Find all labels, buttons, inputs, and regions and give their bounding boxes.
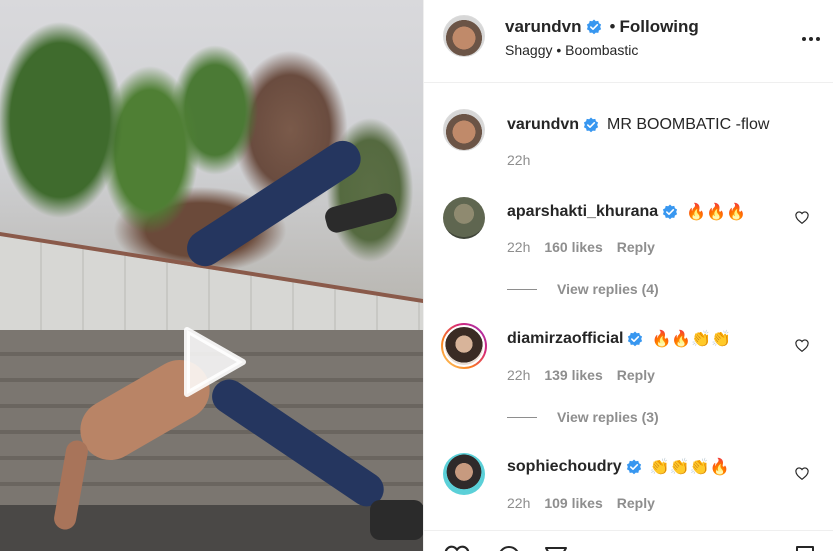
comment-text: 🔥🔥👏👏 bbox=[651, 331, 732, 348]
audio-separator: • bbox=[556, 42, 562, 58]
caption-username[interactable]: varundvn bbox=[507, 116, 579, 134]
view-replies-button[interactable]: View replies (3) bbox=[507, 409, 659, 425]
view-replies-label: View replies (4) bbox=[557, 281, 659, 297]
bookmark-icon[interactable] bbox=[794, 545, 816, 551]
comment-time[interactable]: 22h bbox=[507, 367, 530, 383]
comment-username[interactable]: sophiechoudry bbox=[507, 458, 622, 476]
audio-info: Shaggy • Boombastic bbox=[505, 42, 638, 58]
commenter-avatar[interactable] bbox=[443, 453, 485, 495]
comment-likes[interactable]: 139 likes bbox=[544, 367, 602, 383]
heart-icon[interactable] bbox=[444, 545, 470, 551]
comment-text: 👏👏👏🔥 bbox=[649, 459, 730, 476]
comment-time[interactable]: 22h bbox=[507, 495, 530, 511]
caption-line: varundvn MR BOOMBATIC -flow bbox=[507, 116, 769, 134]
verified-icon bbox=[586, 19, 601, 35]
commenter-avatar[interactable] bbox=[443, 197, 485, 239]
comment-line: diamirzaofficial 🔥🔥👏👏 bbox=[507, 329, 731, 349]
view-replies-button[interactable]: View replies (4) bbox=[507, 281, 659, 297]
owner-username[interactable]: varundvn bbox=[505, 17, 582, 37]
view-replies-label: View replies (3) bbox=[557, 409, 659, 425]
comment-meta: 22h 109 likes Reply bbox=[507, 495, 655, 511]
comment-username[interactable]: diamirzaofficial bbox=[507, 330, 623, 348]
share-icon[interactable] bbox=[543, 545, 569, 551]
audio-artist[interactable]: Shaggy bbox=[505, 42, 552, 58]
comment-line: aparshakti_khurana 🔥🔥🔥 bbox=[507, 202, 746, 222]
shoe-planted bbox=[370, 500, 423, 540]
more-options-button[interactable] bbox=[800, 28, 822, 50]
like-comment-button[interactable] bbox=[792, 207, 812, 227]
comment-likes[interactable]: 160 likes bbox=[544, 239, 602, 255]
verified-icon bbox=[583, 117, 599, 133]
avatar-image bbox=[443, 325, 485, 367]
following-button[interactable]: Following bbox=[619, 17, 698, 37]
owner-avatar[interactable] bbox=[443, 15, 485, 57]
play-button[interactable] bbox=[169, 322, 257, 402]
comment-meta: 22h 160 likes Reply bbox=[507, 239, 655, 255]
separator-dot: • bbox=[609, 17, 616, 36]
reply-button[interactable]: Reply bbox=[617, 239, 655, 255]
reply-button[interactable]: Reply bbox=[617, 495, 655, 511]
replies-divider bbox=[507, 288, 537, 290]
verified-icon bbox=[628, 331, 643, 347]
verified-icon bbox=[663, 204, 678, 220]
like-comment-button[interactable] bbox=[792, 463, 812, 483]
audio-track[interactable]: Boombastic bbox=[565, 42, 638, 58]
like-comment-button[interactable] bbox=[792, 335, 812, 355]
owner-line: varundvn • Following bbox=[505, 17, 699, 37]
heart-icon bbox=[795, 210, 809, 224]
comment-line: sophiechoudry 👏👏👏🔥 bbox=[507, 457, 729, 477]
heart-icon bbox=[795, 338, 809, 352]
post-media-video[interactable] bbox=[0, 0, 423, 551]
caption-avatar[interactable] bbox=[443, 109, 485, 151]
comment-meta: 22h 139 likes Reply bbox=[507, 367, 655, 383]
play-icon bbox=[184, 327, 246, 397]
caption-text: MR BOOMBATIC -flow bbox=[607, 116, 770, 133]
heart-icon bbox=[795, 466, 809, 480]
caption-meta: 22h bbox=[507, 152, 530, 168]
more-options-icon bbox=[802, 37, 820, 41]
reply-button[interactable]: Reply bbox=[617, 367, 655, 383]
post-details-panel: varundvn • Following Shaggy • Boombastic… bbox=[423, 0, 833, 551]
comment-icon[interactable] bbox=[496, 545, 522, 551]
comment-username[interactable]: aparshakti_khurana bbox=[507, 203, 658, 221]
comment-time[interactable]: 22h bbox=[507, 239, 530, 255]
caption-time[interactable]: 22h bbox=[507, 152, 530, 168]
post-header: varundvn • Following Shaggy • Boombastic bbox=[424, 0, 833, 83]
post-action-bar bbox=[424, 530, 833, 551]
comment-likes[interactable]: 109 likes bbox=[544, 495, 602, 511]
verified-icon bbox=[626, 459, 641, 475]
commenter-avatar[interactable] bbox=[441, 323, 487, 369]
replies-divider bbox=[507, 416, 537, 418]
comment-text: 🔥🔥🔥 bbox=[686, 204, 746, 221]
